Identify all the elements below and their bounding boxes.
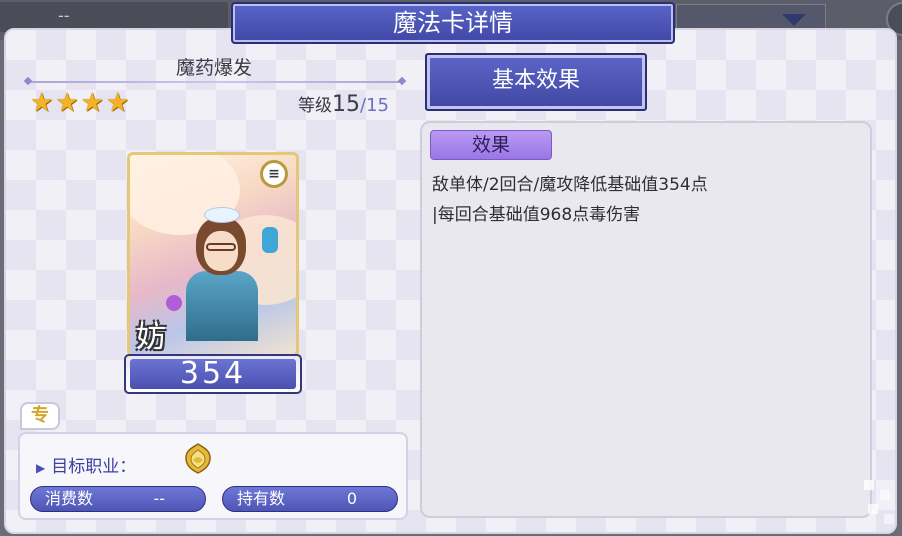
effect-description: 敌单体/2回合/魔攻降低基础值354点 |每回合基础值968点毒伤害	[432, 170, 708, 230]
art-character-body	[186, 271, 258, 341]
level-value: 15	[332, 92, 360, 117]
art-character-face	[204, 231, 238, 271]
hold-label: 持有数	[237, 489, 286, 508]
star-icon: ★	[30, 88, 54, 118]
hold-count-pill: 持有数 0	[222, 486, 398, 512]
card-type-tag: 专	[20, 402, 60, 430]
target-job-box: ▶ 目标职业： 消费数 -- 持有数 0	[18, 432, 408, 520]
dropdown-triangle-icon	[782, 14, 806, 26]
effect-line-1: 敌单体/2回合/魔攻降低基础值354点	[432, 175, 708, 195]
caret-right-icon: ▶	[36, 461, 46, 475]
art-cap	[204, 207, 240, 223]
tab-basic-effect[interactable]: 基本效果	[425, 53, 647, 111]
corner-decoration	[864, 480, 894, 524]
hold-value: 0	[346, 489, 357, 508]
art-flask	[166, 295, 182, 311]
dialog-title: 魔法卡详情	[231, 2, 675, 44]
art-potion-bottle	[262, 227, 278, 253]
name-divider	[28, 81, 402, 83]
consume-value: --	[153, 489, 165, 508]
consume-count-pill: 消费数 --	[30, 486, 206, 512]
card-value: 354	[130, 359, 296, 389]
card-type-glyph: 妨	[136, 320, 166, 355]
level-max: 15	[366, 95, 389, 116]
art-glasses	[206, 243, 236, 251]
card-value-box: 354	[124, 354, 302, 394]
level-label: 等级	[298, 96, 332, 116]
card-level: 等级15/15	[298, 91, 389, 117]
effect-line-2: |每回合基础值968点毒伤害	[432, 205, 641, 225]
rarity-stars: ★ ★ ★ ★	[30, 89, 129, 117]
star-icon: ★	[105, 88, 130, 118]
star-icon: ★	[80, 88, 104, 118]
star-icon: ★	[55, 88, 79, 118]
card-name: 魔药爆发	[175, 57, 252, 79]
background-left-bar-text: --	[58, 6, 70, 25]
consume-label: 消费数	[45, 489, 94, 508]
target-job-label: ▶ 目标职业：	[36, 452, 136, 477]
rank-badge-icon: ≡	[260, 160, 288, 188]
target-job-text: 目标职业：	[51, 457, 137, 477]
effect-badge: 效果	[430, 130, 552, 160]
job-crest-icon[interactable]	[180, 440, 216, 476]
